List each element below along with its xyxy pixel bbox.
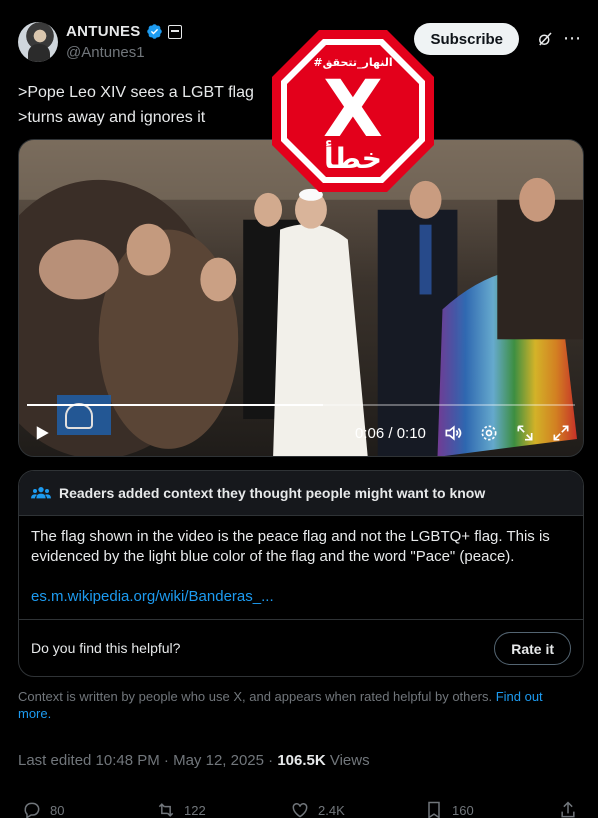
video-progress-fill <box>27 404 323 406</box>
video-progress-bar[interactable] <box>27 404 575 406</box>
repost-count: 122 <box>184 802 206 818</box>
author-handle[interactable]: @Antunes1 <box>66 44 145 61</box>
like-count: 2.4K <box>318 802 345 818</box>
repost-icon <box>158 803 174 817</box>
people-icon <box>31 487 51 499</box>
action-bar: 80 122 2.4K 160 <box>18 798 580 818</box>
fact-check-stamp: #النهار_تتحقق X خطأ <box>272 30 434 192</box>
share-button[interactable] <box>558 800 578 818</box>
bookmark-icon <box>428 801 440 818</box>
author-name-row: ANTUNES <box>66 23 182 40</box>
reply-icon <box>24 802 40 818</box>
bookmark-button[interactable]: 160 <box>424 800 474 818</box>
repost-button[interactable]: 122 <box>156 800 206 818</box>
disclaimer-text: Context is written by people who use X, … <box>18 689 496 704</box>
rate-it-button[interactable]: Rate it <box>494 632 571 665</box>
community-note: Readers added context they thought peopl… <box>18 470 584 677</box>
reply-count: 80 <box>50 802 65 818</box>
tweet-text-line: >turns away and ignores it <box>18 109 206 126</box>
community-note-title: Readers added context they thought peopl… <box>59 485 486 501</box>
heart-icon <box>292 802 308 818</box>
helpful-question: Do you find this helpful? <box>31 640 181 656</box>
verified-badge-icon <box>146 24 162 39</box>
affiliation-icon <box>167 24 182 39</box>
tweet-text: >Pope Leo XIV sees a LGBT flag >turns aw… <box>18 80 254 130</box>
tweet-meta: Last edited 10:48 PM · May 12, 2025 · 10… <box>18 752 370 769</box>
settings-gear-icon[interactable] <box>479 423 499 443</box>
edited-timestamp[interactable]: Last edited 10:48 PM · May 12, 2025 · <box>18 752 277 769</box>
grok-icon[interactable] <box>536 30 554 48</box>
pop-out-icon[interactable] <box>515 423 535 443</box>
community-note-header: Readers added context they thought peopl… <box>19 471 583 516</box>
divider <box>19 619 583 620</box>
author-name[interactable]: ANTUNES <box>66 23 141 40</box>
context-disclaimer: Context is written by people who use X, … <box>18 688 578 722</box>
stamp-verdict: خطأ <box>324 140 382 175</box>
bookmark-count: 160 <box>452 802 474 818</box>
like-button[interactable]: 2.4K <box>290 800 345 818</box>
video-controls: 0:06 / 0:10 <box>19 418 583 448</box>
community-note-link[interactable]: es.m.wikipedia.org/wiki/Banderas_... <box>31 588 274 605</box>
avatar[interactable] <box>18 22 58 62</box>
views-label: Views <box>325 752 370 769</box>
share-icon <box>561 801 575 818</box>
play-icon[interactable] <box>33 424 51 442</box>
more-options-icon[interactable]: ⋯ <box>562 28 582 48</box>
video-time: 0:06 / 0:10 <box>355 425 426 442</box>
community-note-body: The flag shown in the video is the peace… <box>31 528 550 565</box>
volume-icon[interactable] <box>443 423 463 443</box>
fullscreen-icon[interactable] <box>551 423 571 443</box>
reply-button[interactable]: 80 <box>22 800 64 818</box>
tweet-text-line: >Pope Leo XIV sees a LGBT flag <box>18 84 254 101</box>
views-count: 106.5K <box>277 752 326 769</box>
